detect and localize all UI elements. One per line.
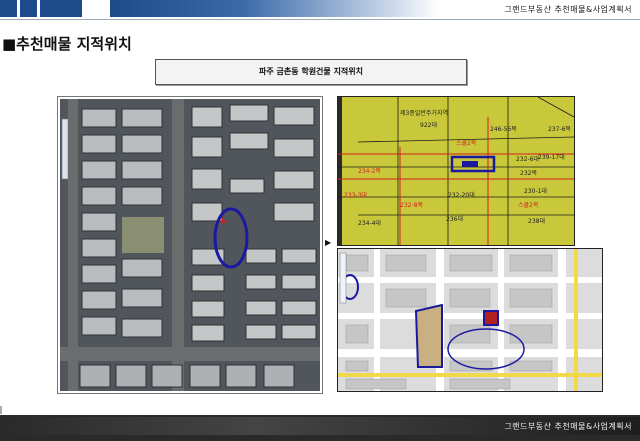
footer-bar: 그랜드부동산 추천매물&사업계획서 xyxy=(0,415,640,441)
aerial-photo xyxy=(60,99,320,391)
header-divider xyxy=(0,19,640,20)
header-decoration xyxy=(0,0,85,20)
page-edge-mark xyxy=(0,406,2,414)
plan-label-922: 922대 xyxy=(420,121,437,129)
plan-label-232-8: 232-8목 xyxy=(400,202,423,209)
caption-box: 파주 금촌동 학원건물 지적위치 xyxy=(155,59,467,85)
caption-text: 파주 금촌동 학원건물 지적위치 xyxy=(258,67,364,76)
header-bar: 그랜드부동산 추천매물&사업계획서 xyxy=(0,0,640,20)
plan-label-236: 236대 xyxy=(446,215,463,223)
plan-label-232-20: 232-20대 xyxy=(448,191,475,199)
arrow-icon: ▶ xyxy=(325,238,332,247)
plan-label-239: 239-17대 xyxy=(538,153,565,161)
plan-label-233-3: 233-3대 xyxy=(344,191,367,199)
plan-label-237: 237-6목 xyxy=(548,126,571,133)
aerial-photo-panel xyxy=(57,96,323,394)
plan-label-234-2: 234-2목 xyxy=(358,168,381,175)
header-gradient xyxy=(110,0,440,17)
plan-label-246: 246-56목 xyxy=(490,126,517,133)
plan-label-230: 230-1대 xyxy=(524,187,547,195)
page-title: ■추천매물 지적위치 xyxy=(2,35,132,53)
plan-label-234-4: 234-4대 xyxy=(358,219,381,227)
plan-label-school: 스쿨2목 xyxy=(456,140,477,147)
plan-label-232-6: 232-6대 xyxy=(516,155,539,163)
footer-company: 그랜드부동산 추천매물&사업계획서 xyxy=(504,422,632,431)
plan-label-232: 232목 xyxy=(520,170,537,177)
plan-label-238: 238대 xyxy=(528,217,545,225)
cadastral-map: 제3종일반주거지역 922대 246-56목 237-6목 232-6대 239… xyxy=(337,96,575,246)
plan-label-zone: 제3종일반주거지역 xyxy=(400,109,448,117)
header-company: 그랜드부동산 추천매물&사업계획서 xyxy=(504,5,632,14)
plan-label-school-2: 스쿨2목 xyxy=(518,202,539,209)
street-map xyxy=(337,248,603,392)
